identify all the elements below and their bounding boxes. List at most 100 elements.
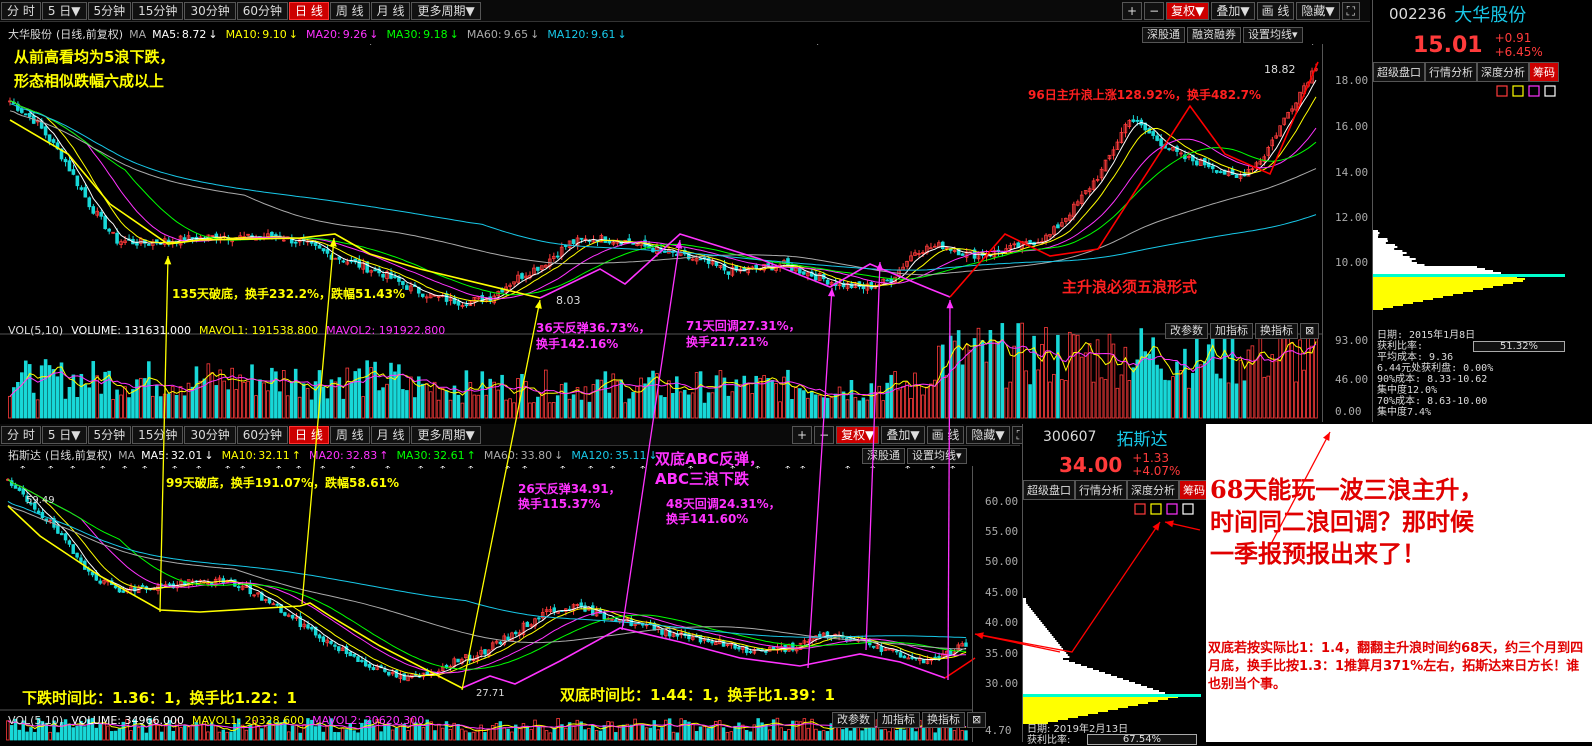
bottom-period-tab-0[interactable]: 分 时: [1, 425, 41, 444]
bottom-tool-button-2[interactable]: 复权▼: [836, 426, 880, 444]
bottom-vol-button-0[interactable]: 改参数: [832, 712, 875, 728]
top-period-tab-6[interactable]: 日 线: [289, 1, 329, 20]
top-small-button-0[interactable]: 深股通: [1142, 27, 1185, 43]
top-period-tab-2[interactable]: 5分钟: [87, 1, 132, 20]
chip-bar: [1023, 622, 1043, 624]
volume-bar: [1294, 381, 1298, 419]
ma120-line: [7, 500, 967, 639]
top-chart-title: 大华股份: [8, 28, 52, 41]
right-bottom-tab-0[interactable]: 超级盘口: [1023, 480, 1075, 500]
top-tool-button-6[interactable]: ⛶: [1341, 2, 1361, 20]
bottom-small-button-1[interactable]: 设置均线▾: [907, 448, 967, 464]
top-small-button-1[interactable]: 融资融券: [1187, 27, 1241, 43]
candle-body: [802, 271, 806, 275]
event-star-icon: *: [142, 466, 148, 475]
candle-body: [394, 670, 399, 678]
candle-body: [921, 659, 926, 664]
bottom-tool-button-1[interactable]: −: [814, 426, 835, 444]
bottom-vol-button-3[interactable]: ⊠: [967, 712, 987, 728]
bottom-axis-tick-6: 30.00: [985, 677, 1019, 690]
volume-bar: [682, 389, 687, 419]
bottom-period-tab-2[interactable]: 5分钟: [87, 425, 132, 444]
top-tool-button-3[interactable]: 叠加▼: [1211, 2, 1255, 20]
top-vol-button-1[interactable]: 加指标: [1210, 323, 1253, 339]
volume-bar: [416, 376, 421, 419]
volume-bar: [614, 732, 618, 741]
top-period-tab-3[interactable]: 15分钟: [132, 1, 184, 20]
candle-body: [726, 271, 731, 275]
event-star-icon: *: [800, 466, 806, 475]
bottom-period-tab-3[interactable]: 15分钟: [132, 425, 184, 444]
bottom-tool-button-3[interactable]: 叠加▼: [881, 426, 925, 444]
volume-bar: [737, 722, 741, 741]
chip-bar: [1023, 686, 1147, 688]
volume-bar: [718, 370, 723, 419]
bottom-tool-button-4[interactable]: 画 线: [926, 426, 965, 444]
bottom-vol-button-2[interactable]: 换指标: [922, 712, 965, 728]
right-bottom-tab-3[interactable]: 筹码: [1179, 480, 1209, 500]
volume-bar: [960, 364, 965, 419]
volume-bar: [33, 731, 37, 741]
bottom-vol-button-1[interactable]: 加指标: [877, 712, 920, 728]
bottom-small-button-0[interactable]: 深股通: [862, 448, 905, 464]
top-tool-button-1[interactable]: −: [1144, 2, 1165, 20]
bottom-period-tab-7[interactable]: 周 线: [329, 425, 370, 444]
top-tool-button-5[interactable]: 隐藏▼: [1296, 2, 1340, 20]
top-period-tab-1[interactable]: 5 日▼: [41, 1, 87, 20]
chip-bar: [1373, 234, 1379, 236]
bottom-tool-button-5[interactable]: 隐藏▼: [966, 426, 1010, 444]
volume-bar: [617, 726, 622, 741]
volume-bar: [440, 387, 445, 419]
volume-bar: [337, 732, 341, 741]
chip-bar: [1023, 676, 1117, 678]
volume-bar: [633, 718, 637, 741]
right-top-tab-1[interactable]: 行情分析: [1425, 62, 1477, 82]
volume-bar: [610, 721, 614, 741]
right-top-tab-3[interactable]: 筹码: [1529, 62, 1559, 82]
top-vol-button-3[interactable]: ⊠: [1300, 323, 1320, 339]
bottom-tool-button-0[interactable]: +: [792, 426, 813, 444]
top-vol-button-0[interactable]: 改参数: [1165, 323, 1208, 339]
volume-bar: [980, 340, 985, 419]
right-top-tab-2[interactable]: 深度分析: [1477, 62, 1529, 82]
top-period-tab-9[interactable]: 更多周期▼: [411, 1, 481, 20]
top-period-tab-0[interactable]: 分 时: [1, 1, 41, 20]
candle-body: [1135, 119, 1140, 122]
top-period-tab-4[interactable]: 30分钟: [184, 1, 236, 20]
top-tool-button-2[interactable]: 复权▼: [1166, 2, 1210, 20]
top-period-tab-7[interactable]: 周 线: [329, 1, 370, 20]
volume-bar: [460, 728, 464, 741]
bottom-period-tab-1[interactable]: 5 日▼: [41, 425, 87, 444]
candle-body: [321, 248, 326, 252]
volume-bar: [510, 731, 514, 741]
bottom-period-tab-6[interactable]: 日 线: [289, 425, 329, 444]
right-bottom-tab-1[interactable]: 行情分析: [1075, 480, 1127, 500]
top-period-tab-8[interactable]: 月 线: [370, 1, 411, 20]
volume-bar: [817, 394, 822, 419]
top-period-tab-5[interactable]: 60分钟: [236, 1, 288, 20]
volume-bar: [321, 731, 326, 741]
bottom-period-tab-8[interactable]: 月 线: [370, 425, 411, 444]
top-tool-button-0[interactable]: +: [1122, 2, 1143, 20]
bottom-period-tab-5[interactable]: 60分钟: [236, 425, 288, 444]
volume-bar: [1282, 337, 1286, 419]
right-top-tab-0[interactable]: 超级盘口: [1373, 62, 1425, 82]
volume-bar: [298, 732, 302, 741]
bottom-ma-key-2: MA20:: [309, 449, 344, 462]
candle-body: [329, 640, 333, 644]
candle-body: [75, 175, 80, 187]
top-ma-value-0: 8.72: [181, 28, 207, 41]
annotation-pullback-48b: 换手141.60%: [666, 512, 749, 526]
bottom-period-tab-4[interactable]: 30分钟: [184, 425, 236, 444]
candle-body: [13, 485, 18, 489]
top-vol-button-2[interactable]: 换指标: [1255, 323, 1298, 339]
volume-bar: [448, 728, 453, 741]
volume-bar: [1262, 376, 1267, 419]
candle-body: [910, 657, 914, 659]
right-bottom-tab-2[interactable]: 深度分析: [1127, 480, 1179, 500]
top-tool-button-4[interactable]: 画 线: [1256, 2, 1295, 20]
top-small-button-2[interactable]: 设置均线▾: [1243, 27, 1303, 43]
bottom-period-tab-9[interactable]: 更多周期▼: [411, 425, 481, 444]
chip-bar: [1373, 240, 1388, 242]
bottom-price-axis: 60.00 55.00 50.00 45.00 40.00 35.00 30.00 4.70: [972, 466, 1020, 742]
